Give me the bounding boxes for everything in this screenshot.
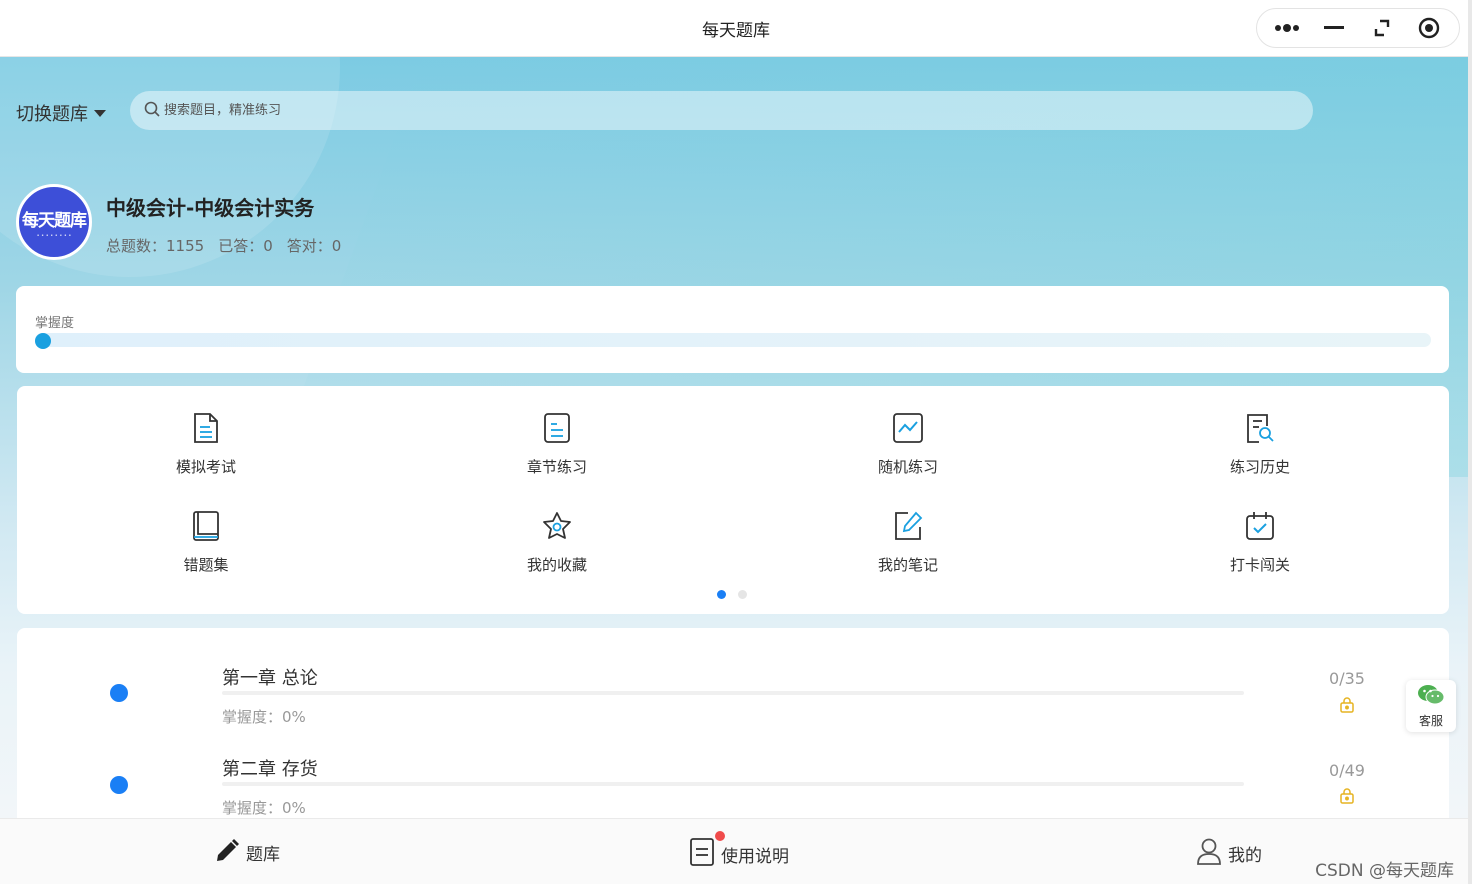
chapter-mastery: 掌握度：0% bbox=[222, 708, 306, 726]
feature-label: 我的笔记 bbox=[877, 556, 938, 574]
chapter-list-icon bbox=[540, 410, 574, 446]
chapter-count: 0/35 bbox=[1329, 669, 1365, 688]
exam-document-icon bbox=[189, 410, 223, 446]
wechat-icon bbox=[1417, 684, 1445, 710]
stat-total: 总题数：1155 bbox=[106, 237, 205, 255]
pager-dots bbox=[717, 590, 747, 599]
tab-bar: 题库 使用说明 我的 CSDN @每天题库 bbox=[0, 818, 1468, 884]
star-icon bbox=[540, 508, 574, 544]
feature-my-notes[interactable]: 我的笔记 bbox=[828, 508, 988, 575]
feature-chapter-practice[interactable]: 章节练习 bbox=[477, 410, 637, 477]
mastery-card: 掌握度 bbox=[16, 286, 1449, 373]
tab-instructions[interactable]: 使用说明 bbox=[689, 831, 789, 871]
chapter-status-dot bbox=[110, 684, 128, 702]
minimize-icon[interactable] bbox=[1316, 12, 1352, 44]
feature-label: 章节练习 bbox=[526, 458, 587, 476]
feature-check-in[interactable]: 打卡闯关 bbox=[1180, 508, 1340, 575]
chapter-count: 0/49 bbox=[1329, 761, 1365, 780]
search-icon bbox=[144, 101, 160, 121]
document-icon bbox=[689, 837, 715, 871]
window-scrollbar[interactable] bbox=[1468, 0, 1472, 884]
bank-info: 每天题库 • • • • • • • • 中级会计-中级会计实务 总题数：115… bbox=[16, 184, 341, 260]
feature-random-practice[interactable]: 随机练习 bbox=[828, 410, 988, 477]
watermark: CSDN @每天题库 bbox=[1315, 861, 1454, 881]
logo-text: 每天题库 bbox=[22, 210, 87, 231]
chapter-progress-bar bbox=[222, 782, 1244, 786]
window-title: 每天题库 bbox=[702, 21, 770, 41]
tab-label: 使用说明 bbox=[721, 846, 789, 867]
feature-label: 我的收藏 bbox=[526, 556, 587, 574]
note-edit-icon bbox=[891, 508, 925, 544]
user-icon bbox=[1196, 837, 1222, 869]
chapter-title: 第一章 总论 bbox=[222, 668, 318, 689]
chapter-status-dot bbox=[110, 776, 128, 794]
chapter-title: 第二章 存货 bbox=[222, 759, 318, 780]
feature-wrong-questions[interactable]: 错题集 bbox=[126, 508, 286, 575]
random-chart-icon bbox=[891, 410, 925, 446]
main-content: 切换题库 每天题库 • • • • • • • • 中级会计-中级会计实务 总题… bbox=[0, 57, 1468, 818]
close-target-icon[interactable] bbox=[1411, 12, 1447, 44]
feature-mock-exam[interactable]: 模拟考试 bbox=[126, 410, 286, 477]
customer-service-label: 客服 bbox=[1418, 713, 1443, 728]
tab-question-bank[interactable]: 题库 bbox=[214, 837, 280, 867]
chapter-list: 第一章 总论 掌握度：0% 0/35 第二章 存货 掌握度：0% 0/49 bbox=[17, 628, 1449, 818]
more-icon[interactable] bbox=[1269, 12, 1305, 44]
tab-mine[interactable]: 我的 bbox=[1196, 837, 1262, 869]
lock-icon bbox=[1338, 787, 1356, 809]
restore-icon[interactable] bbox=[1364, 12, 1400, 44]
chapter-mastery: 掌握度：0% bbox=[222, 799, 306, 817]
pager-dot-2[interactable] bbox=[738, 590, 747, 599]
window-controls bbox=[1256, 8, 1460, 48]
tab-label: 题库 bbox=[246, 844, 280, 865]
feature-practice-history[interactable]: 练习历史 bbox=[1180, 410, 1340, 477]
caret-down-icon bbox=[94, 109, 106, 117]
search-bar[interactable] bbox=[130, 91, 1313, 130]
mastery-progress-knob bbox=[35, 333, 51, 349]
stat-correct: 答对：0 bbox=[286, 237, 342, 255]
pencil-icon bbox=[214, 837, 240, 867]
switch-bank-label: 切换题库 bbox=[16, 104, 88, 125]
feature-label: 打卡闯关 bbox=[1229, 556, 1290, 574]
chapter-item[interactable]: 第一章 总论 掌握度：0% 0/35 bbox=[17, 658, 1449, 738]
bank-logo: 每天题库 • • • • • • • • bbox=[16, 184, 92, 260]
bank-title: 中级会计-中级会计实务 bbox=[106, 196, 315, 220]
feature-label: 模拟考试 bbox=[175, 458, 236, 476]
feature-label: 错题集 bbox=[183, 556, 229, 574]
pager-dot-1[interactable] bbox=[717, 590, 726, 599]
notification-badge bbox=[715, 831, 725, 841]
lock-icon bbox=[1338, 696, 1356, 718]
feature-label: 随机练习 bbox=[877, 458, 938, 476]
feature-grid: 模拟考试 章节练习 随机练习 练习历史 错题集 我的收藏 我的笔记 打卡闯关 bbox=[17, 386, 1449, 614]
calendar-check-icon bbox=[1243, 508, 1277, 544]
logo-decoration: • • • • • • • • bbox=[36, 232, 72, 239]
chapter-progress-bar bbox=[222, 691, 1244, 695]
search-input[interactable] bbox=[164, 103, 1217, 118]
switch-bank-button[interactable]: 切换题库 bbox=[16, 100, 106, 126]
feature-label: 练习历史 bbox=[1229, 458, 1290, 476]
wrong-book-icon bbox=[189, 508, 223, 544]
history-search-icon bbox=[1243, 410, 1277, 446]
chapter-item[interactable]: 第二章 存货 掌握度：0% 0/49 bbox=[17, 749, 1449, 818]
stat-answered: 已答：0 bbox=[218, 237, 273, 255]
mastery-label: 掌握度 bbox=[35, 316, 75, 331]
title-bar: 每天题库 bbox=[0, 0, 1472, 57]
mastery-progress-bar bbox=[35, 333, 1431, 347]
customer-service-button[interactable]: 客服 bbox=[1406, 680, 1456, 732]
tab-label: 我的 bbox=[1228, 845, 1262, 866]
bank-stats: 总题数：1155 已答：0 答对：0 bbox=[106, 235, 341, 256]
feature-my-favorites[interactable]: 我的收藏 bbox=[477, 508, 637, 575]
